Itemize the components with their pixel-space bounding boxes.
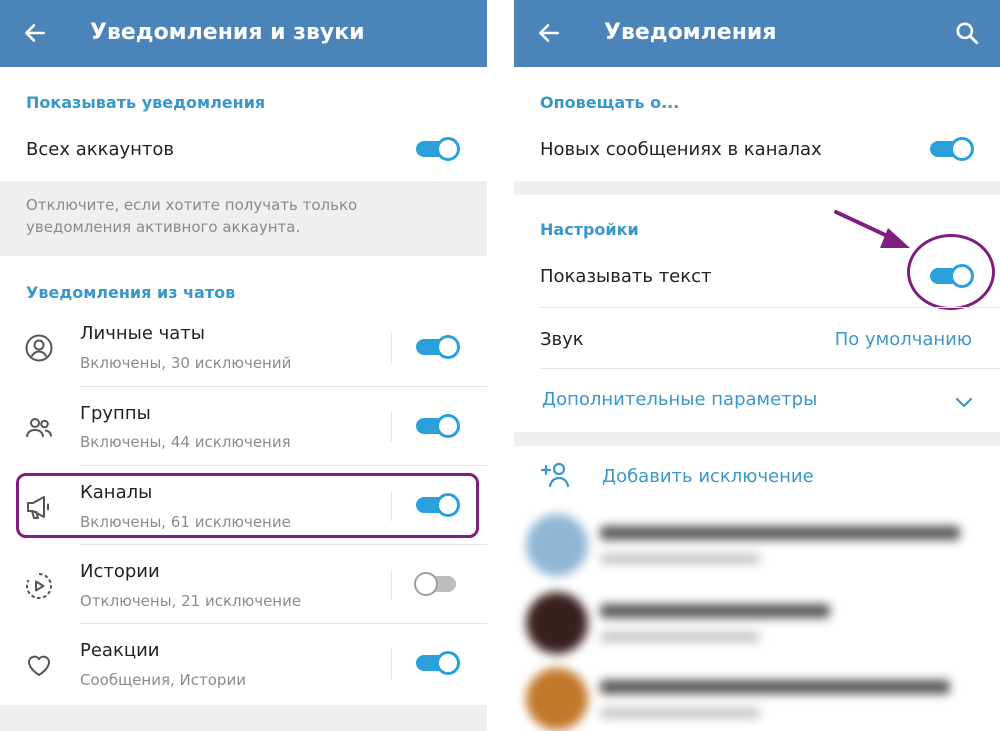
item-label: Личные чаты [80,323,206,344]
channel-notifications-screen: Уведомления Оповещать о... Новых сообщен… [514,0,1000,731]
list-item[interactable] [514,664,1000,731]
new-messages-toggle[interactable] [930,137,974,161]
page-title: Уведомления [604,20,777,45]
back-arrow-icon[interactable] [536,20,562,46]
section-title-show-notifications: Показывать уведомления [26,93,266,112]
add-exception-label: Добавить исключение [602,466,814,487]
divider [391,412,392,442]
item-label: Группы [80,403,151,424]
section-gap [514,432,1000,446]
divider [391,570,392,600]
add-user-icon [540,462,570,488]
divider [80,544,487,545]
page-title: Уведомления и звуки [90,20,365,45]
private-chats-toggle[interactable] [416,335,460,359]
groups-toggle[interactable] [416,414,460,438]
section-title-chat-notifications: Уведомления из чатов [26,283,236,302]
list-item[interactable] [514,510,1000,586]
user-circle-icon [25,334,53,362]
item-label: Истории [80,561,160,582]
notifications-and-sounds-screen: Уведомления и звуки Показывать уведомлен… [0,0,487,731]
advanced-params-label: Дополнительные параметры [542,389,818,410]
arrow-pointer-icon [834,210,910,248]
reactions-toggle[interactable] [416,651,460,675]
channels-highlight-frame [16,473,479,538]
search-icon[interactable] [954,20,980,46]
heart-icon [28,655,50,676]
divider [540,307,1000,308]
divider [80,386,487,387]
all-accounts-label: Всех аккаунтов [26,139,175,160]
item-sub: Сообщения, Истории [80,671,246,689]
app-bar: Уведомления и звуки [0,0,487,67]
list-item[interactable] [514,588,1000,664]
hint-text: Отключите, если хотите получать только у… [26,196,358,236]
hint-block: Отключите, если хотите получать только у… [0,181,487,256]
divider [540,368,1000,369]
all-accounts-toggle[interactable] [416,137,460,161]
show-text-label: Показывать текст [540,266,712,287]
section-title-settings: Настройки [540,220,639,239]
app-bar: Уведомления [514,0,1000,67]
chevron-down-icon [955,397,973,408]
divider [391,649,392,679]
bottom-gray-strip [0,705,487,731]
stories-toggle[interactable] [414,572,458,596]
item-sub: Включены, 30 исключений [80,354,292,372]
new-messages-label: Новых сообщениях в каналах [540,139,822,160]
stories-icon [26,573,52,599]
show-text-highlight-circle [907,234,995,310]
section-title-notify-about: Оповещать о... [540,93,680,112]
group-icon [26,418,52,438]
divider [80,465,487,466]
item-label: Реакции [80,640,160,661]
item-sub: Включены, 44 исключения [80,433,291,451]
back-arrow-icon[interactable] [22,20,48,46]
divider [391,333,392,363]
section-gap [514,181,1000,195]
divider [80,623,487,624]
sound-label: Звук [540,329,584,350]
sound-value[interactable]: По умолчанию [835,328,972,352]
item-sub: Отключены, 21 исключение [80,592,302,610]
